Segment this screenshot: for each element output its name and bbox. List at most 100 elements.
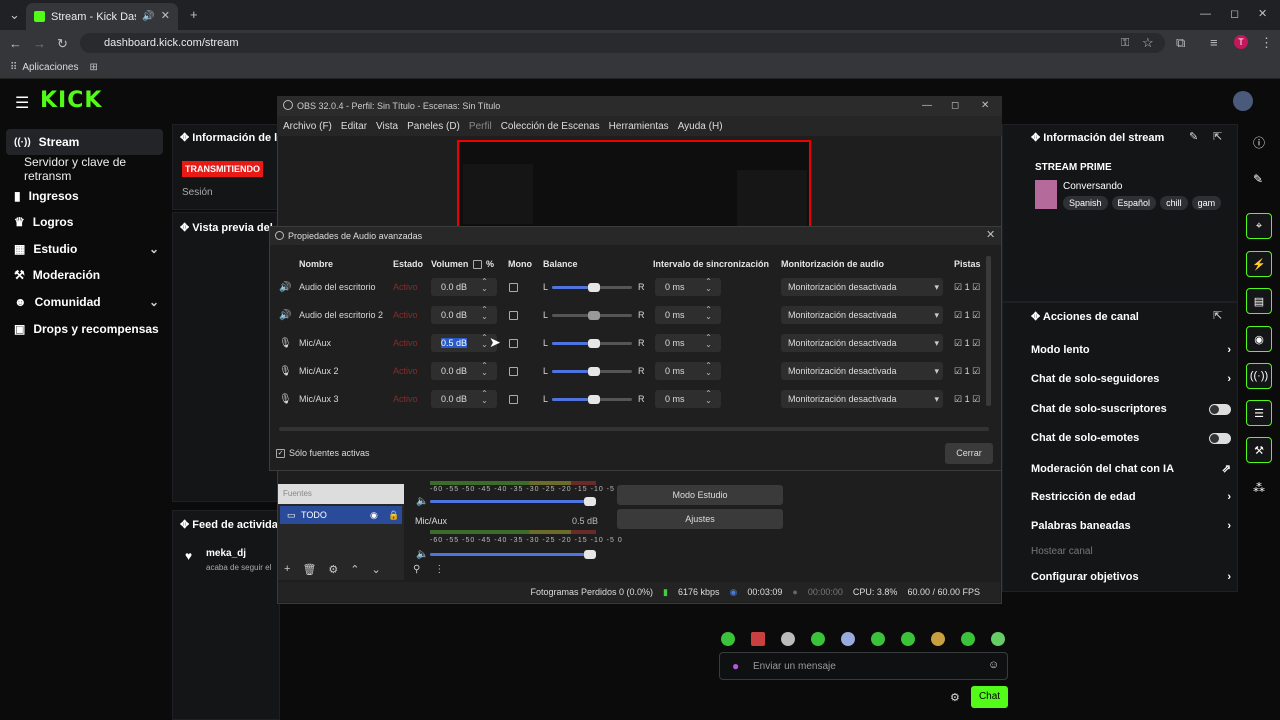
lock-icon[interactable]: 🔒: [388, 506, 399, 524]
mixer-volume-slider[interactable]: [430, 497, 596, 506]
studio-mode-button[interactable]: Modo Estudio: [617, 485, 783, 505]
balance-slider[interactable]: [552, 283, 632, 292]
bookmark-apps[interactable]: Aplicaciones: [22, 62, 78, 73]
action-host-channel[interactable]: Hostear canal: [1031, 546, 1231, 557]
emote-icon[interactable]: [721, 632, 735, 646]
menu-scene-collection[interactable]: Colección de Escenas: [501, 121, 600, 132]
balance-slider[interactable]: [552, 367, 632, 376]
track-checkbox[interactable]: ☑ 1 ☑: [954, 338, 980, 349]
source-item[interactable]: TODO ▭ ◉ 🔒: [280, 506, 402, 524]
track-checkbox[interactable]: ☑ 1 ☑: [954, 310, 980, 321]
col-sync[interactable]: Intervalo de sincronización: [653, 259, 769, 269]
active-only-checkbox[interactable]: ✓: [276, 448, 285, 458]
obs-preview-canvas[interactable]: [457, 140, 811, 230]
rail-button[interactable]: ☰: [1246, 400, 1272, 426]
chat-input[interactable]: ● Enviar un mensaje ☺: [719, 652, 1008, 680]
tag[interactable]: chill: [1160, 196, 1188, 210]
active-only-option[interactable]: ✓ Sólo fuentes activas: [276, 448, 370, 458]
menu-tools[interactable]: Herramientas: [609, 121, 669, 132]
dialog-scrollbar[interactable]: [986, 256, 991, 406]
gear-icon[interactable]: ⚙: [328, 563, 338, 576]
nodes-icon[interactable]: ⁂: [1253, 481, 1265, 495]
maximize-icon[interactable]: ◻: [1230, 8, 1239, 21]
tag[interactable]: Español: [1111, 196, 1157, 210]
mixer-volume-slider[interactable]: [430, 550, 596, 559]
emote-icon[interactable]: [841, 632, 855, 646]
balance-slider[interactable]: [552, 311, 632, 320]
sync-offset-spinbox[interactable]: 0 ms: [655, 277, 721, 296]
emote-icon[interactable]: [871, 632, 885, 646]
tab-search-icon[interactable]: ⌄: [9, 8, 20, 21]
minimize-icon[interactable]: —: [1200, 8, 1211, 21]
audio-icon[interactable]: 🔊: [142, 10, 154, 23]
key-icon[interactable]: ⚿: [1121, 37, 1129, 50]
window-close-icon[interactable]: ✕: [1258, 8, 1267, 21]
action-emotes-only[interactable]: Chat de solo-emotes: [1031, 432, 1231, 444]
col-monitor[interactable]: Monitorización de audio: [781, 259, 884, 269]
monitoring-select[interactable]: Monitorización desactivada: [781, 362, 943, 380]
action-followers-only[interactable]: Chat de solo-seguidores ›: [1031, 373, 1231, 385]
rail-button[interactable]: ⌖: [1246, 213, 1272, 239]
subs-only-toggle[interactable]: [1209, 403, 1231, 415]
tag[interactable]: gam: [1191, 196, 1222, 210]
microphone-icon[interactable]: ●: [732, 659, 739, 673]
emote-icon[interactable]: [931, 632, 945, 646]
stream-category[interactable]: Conversando: [1063, 181, 1122, 192]
volume-spinbox[interactable]: 0.0 dB: [431, 277, 497, 296]
menu-file[interactable]: Archivo (F): [283, 121, 332, 132]
col-state[interactable]: Estado: [393, 259, 423, 269]
mono-checkbox[interactable]: [509, 395, 518, 404]
dialog-close-icon[interactable]: ✕: [986, 229, 995, 242]
monitoring-select[interactable]: Monitorización desactivada: [781, 278, 943, 296]
user-avatar[interactable]: [1233, 91, 1253, 111]
col-balance[interactable]: Balance: [543, 259, 578, 269]
track-checkbox[interactable]: ☑ 1 ☑: [954, 394, 980, 405]
rail-button[interactable]: ▤: [1246, 288, 1272, 314]
menu-view[interactable]: Vista: [376, 121, 398, 132]
action-slow-mode[interactable]: Modo lento ›: [1031, 344, 1231, 356]
reload-icon[interactable]: ↻: [57, 37, 68, 50]
tab-groups-icon[interactable]: ⊞: [89, 61, 97, 74]
rail-button[interactable]: ((·)): [1246, 363, 1272, 389]
menu-profile[interactable]: Perfil: [469, 121, 492, 132]
url-bar[interactable]: dashboard.kick.com/stream: [80, 33, 1165, 53]
down-arrow-icon[interactable]: ⌄: [372, 563, 381, 576]
volume-spinbox[interactable]: 0.0 dB: [431, 361, 497, 380]
mono-checkbox[interactable]: [509, 339, 518, 348]
speaker-icon[interactable]: 🔈: [416, 496, 428, 507]
browser-tab[interactable]: Stream - Kick Dashboard 🔊 ✕: [26, 3, 178, 30]
action-goals[interactable]: Configurar objetivos ›: [1031, 571, 1231, 583]
action-ai-moderation[interactable]: Moderación del chat con IA ⇗: [1031, 462, 1231, 476]
forward-icon[interactable]: →: [33, 37, 46, 50]
col-tracks[interactable]: Pistas: [954, 259, 981, 269]
col-name[interactable]: Nombre: [299, 259, 333, 269]
tag[interactable]: Spanish: [1063, 196, 1108, 210]
balance-slider[interactable]: [552, 395, 632, 404]
popout-icon[interactable]: ⇱: [1213, 309, 1222, 322]
emote-icon[interactable]: [991, 632, 1005, 646]
volume-spinbox[interactable]: 0.0 dB: [431, 389, 497, 408]
obs-minimize-icon[interactable]: —: [922, 99, 932, 112]
emote-icon[interactable]: [901, 632, 915, 646]
edit-icon[interactable]: ✎: [1189, 130, 1198, 143]
monitoring-select[interactable]: Monitorización desactivada: [781, 334, 943, 352]
speaker-icon[interactable]: 🔈: [416, 549, 428, 560]
popout-icon[interactable]: ⇱: [1213, 130, 1222, 143]
kick-logo[interactable]: KICK: [40, 88, 102, 113]
volume-spinbox[interactable]: 0.0 dB: [431, 305, 497, 324]
trash-icon[interactable]: 🗑: [302, 563, 316, 576]
sidebar-item-achievements[interactable]: ♛ Logros: [6, 209, 163, 235]
emote-icon[interactable]: [961, 632, 975, 646]
action-age-restriction[interactable]: Restricción de edad ›: [1031, 491, 1231, 503]
track-checkbox[interactable]: ☑ 1 ☑: [954, 366, 980, 377]
mono-checkbox[interactable]: [509, 283, 518, 292]
mono-checkbox[interactable]: [509, 311, 518, 320]
menu-help[interactable]: Ayuda (H): [678, 121, 723, 132]
monitoring-select[interactable]: Monitorización desactivada: [781, 306, 943, 324]
link-icon[interactable]: ⚲: [413, 564, 420, 575]
horizontal-scrollbar[interactable]: [279, 427, 989, 431]
sidebar-item-server-key[interactable]: Servidor y clave de retransm: [6, 155, 163, 183]
add-icon[interactable]: +: [284, 563, 290, 576]
bookmark-star-icon[interactable]: ☆: [1142, 36, 1154, 49]
sidebar-item-income[interactable]: ▮ Ingresos: [6, 183, 163, 209]
